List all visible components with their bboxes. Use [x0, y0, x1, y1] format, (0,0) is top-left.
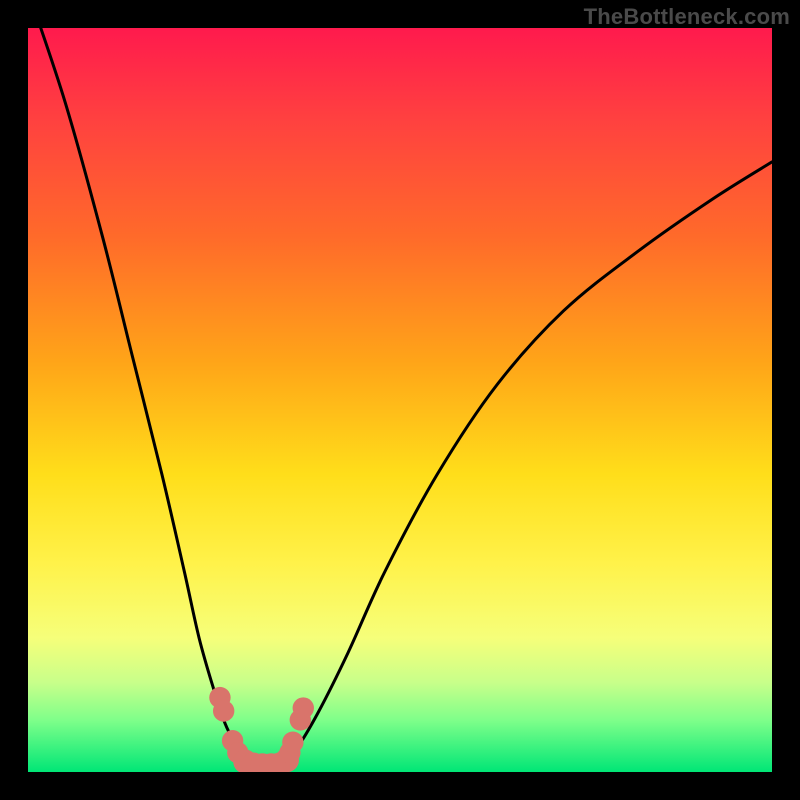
data-marker [282, 732, 303, 753]
chart-svg [28, 28, 772, 772]
left-branch-line [28, 28, 251, 765]
right-branch-line [281, 162, 772, 765]
chart-frame: TheBottleneck.com [0, 0, 800, 800]
data-marker [213, 700, 234, 721]
watermark-text: TheBottleneck.com [584, 4, 790, 30]
markers-group [209, 687, 314, 772]
data-marker [293, 697, 314, 718]
chart-plot-area [28, 28, 772, 772]
